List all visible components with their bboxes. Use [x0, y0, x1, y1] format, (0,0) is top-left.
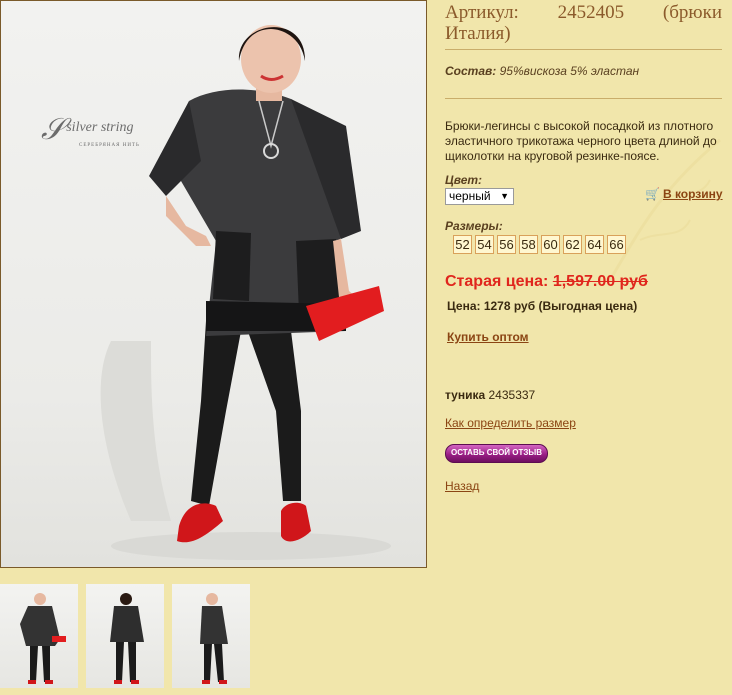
model-illustration [100, 25, 391, 560]
thumbnail-strip [0, 584, 260, 688]
size-list: 52 54 56 58 60 62 64 66 [453, 235, 626, 254]
related-tunic: туника 2435337 [445, 388, 536, 402]
thumbnail-back[interactable] [86, 584, 164, 688]
leave-review-button[interactable]: ОСТАВЬ СВОЙ ОТЗЫВ [445, 444, 548, 463]
back-link[interactable]: Назад [445, 479, 479, 493]
article-number: 2452405 [557, 2, 625, 23]
current-price: Цена: 1278 руб (Выгодная цена) [447, 299, 638, 313]
page-title: Артикул: 2452405 (брюки Италия) [445, 2, 722, 44]
product-info: Артикул: 2452405 (брюки Италия) Состав: … [445, 0, 723, 493]
size-option[interactable]: 58 [519, 235, 538, 254]
size-guide-link[interactable]: Как определить размер [445, 416, 576, 430]
composition: Состав: 95%вискоза 5% эластан [445, 64, 640, 78]
cart-icon: 🛒 [645, 187, 660, 201]
thumbnail-front[interactable] [0, 584, 78, 688]
buy-wholesale-link[interactable]: Купить оптом [447, 330, 529, 344]
size-option[interactable]: 66 [607, 235, 626, 254]
color-select[interactable]: черный ▼ [445, 188, 514, 205]
size-option[interactable]: 60 [541, 235, 560, 254]
divider [445, 98, 722, 99]
color-label: Цвет: [445, 173, 483, 187]
size-option[interactable]: 54 [475, 235, 494, 254]
article-label: Артикул: [445, 2, 519, 23]
size-option[interactable]: 56 [497, 235, 516, 254]
brand-logo: 𝒮silver string СЕРЕБРЯНАЯ НИТЬ [41, 113, 140, 148]
sizes-label: Размеры: [445, 219, 503, 233]
size-option[interactable]: 64 [585, 235, 604, 254]
divider [445, 49, 722, 50]
old-price: Старая цена: 1,597.00 руб [445, 273, 648, 290]
size-option[interactable]: 62 [563, 235, 582, 254]
product-description: Брюки-легинсы с высокой посадкой из плот… [445, 119, 717, 163]
add-to-cart-link[interactable]: 🛒 В корзину [645, 187, 723, 201]
size-option[interactable]: 52 [453, 235, 472, 254]
chevron-down-icon: ▼ [500, 191, 509, 201]
article-note: (брюки [662, 2, 722, 23]
thumbnail-side[interactable] [172, 584, 250, 688]
article-note-line2: Италия) [445, 23, 511, 44]
product-main-photo[interactable]: 𝒮silver string СЕРЕБРЯНАЯ НИТЬ [0, 0, 427, 568]
